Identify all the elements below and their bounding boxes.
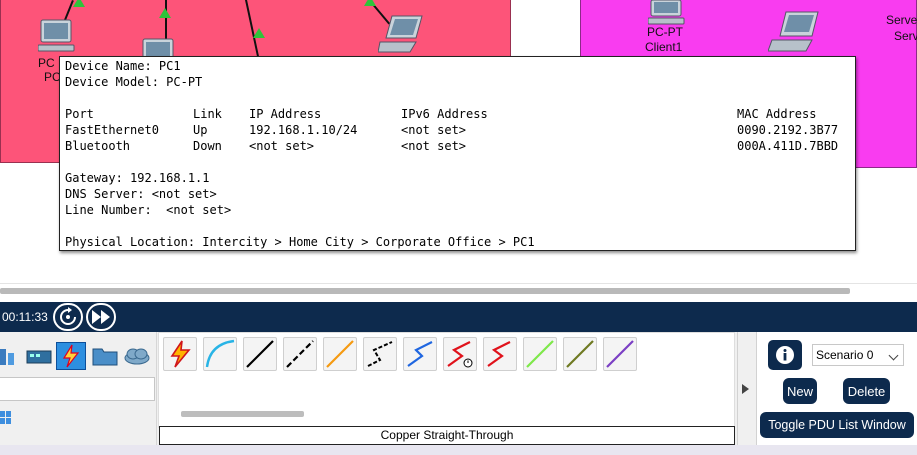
fiber-cable-button[interactable] xyxy=(323,337,357,371)
selected-cable-name: Copper Straight-Through xyxy=(159,426,735,445)
copper-straight-through-icon xyxy=(246,340,274,368)
copper-straight-through-button[interactable] xyxy=(243,337,277,371)
link-up-indicator xyxy=(364,0,376,6)
link-header: Link xyxy=(193,107,222,121)
scenario-select[interactable]: Scenario 0 xyxy=(812,344,904,366)
cloud-icon xyxy=(124,348,150,365)
ip-cell: 192.168.1.10/24 xyxy=(249,123,358,137)
link-wire xyxy=(165,0,167,40)
usb-cable-icon xyxy=(606,340,634,368)
serial-dce-icon xyxy=(447,341,473,368)
physical-location-line: Physical Location: Intercity > Home City… xyxy=(65,235,535,249)
link-up-indicator xyxy=(159,8,171,18)
mac-cell: 000A.411D.7BBD xyxy=(737,139,839,153)
mac-cell: 0090.2192.3B77 xyxy=(737,123,839,137)
panel-splitter[interactable] xyxy=(737,332,757,455)
toggle-pdu-list-button[interactable]: Toggle PDU List Window xyxy=(760,412,914,438)
end-devices-icon xyxy=(26,350,52,364)
laptop-device-icon[interactable] xyxy=(377,14,428,59)
ipv6-cell: <not set> xyxy=(401,139,467,153)
serial-dce-button[interactable] xyxy=(443,337,477,371)
phone-cable-icon xyxy=(367,341,393,367)
dns-line: DNS Server: <not set> xyxy=(65,187,217,201)
link-up-indicator xyxy=(73,0,85,7)
copper-cross-over-icon xyxy=(286,340,314,368)
workspace-scroll-thumb[interactable] xyxy=(0,288,850,294)
cable-panel-scroll-thumb[interactable] xyxy=(181,411,304,417)
port-header: Port xyxy=(65,107,94,121)
gateway-line: Gateway: 192.168.1.1 xyxy=(65,171,210,185)
scenario-info-button[interactable] xyxy=(768,340,802,370)
bottom-toolbox: Copper Straight-Through Scenario 0 New D… xyxy=(0,332,917,455)
device-label: PC-PT xyxy=(647,25,683,39)
phone-cable-button[interactable] xyxy=(363,337,397,371)
ipv6-cell: <not set> xyxy=(401,123,467,137)
end-devices-category[interactable] xyxy=(24,342,54,370)
usb-cable-button[interactable] xyxy=(603,337,637,371)
fast-forward-icon xyxy=(92,310,110,324)
network-devices-icon xyxy=(0,349,14,365)
info-icon xyxy=(776,346,794,364)
multiuser-category[interactable] xyxy=(122,342,152,370)
realtime-bar: 00:11:33 xyxy=(0,302,917,332)
port-cell: FastEthernet0 xyxy=(65,123,159,137)
window-bottom-edge xyxy=(0,445,917,455)
lightning-icon xyxy=(62,344,80,368)
device-info-tooltip: Device Name: PC1 Device Model: PC-PT Por… xyxy=(59,56,856,251)
coaxial-icon xyxy=(407,341,433,367)
device-label: Serve xyxy=(886,13,917,27)
device-name-line: Device Name: PC1 xyxy=(65,59,181,73)
miscellaneous-category[interactable] xyxy=(90,342,120,370)
port-cell: Bluetooth xyxy=(65,139,131,153)
chevron-down-icon xyxy=(888,350,899,361)
iot-custom-cable-button[interactable] xyxy=(563,337,597,371)
link-up-indicator xyxy=(253,28,265,38)
pc-device-icon[interactable] xyxy=(37,18,76,59)
mac-header: MAC Address xyxy=(737,107,817,121)
connection-types-panel xyxy=(158,332,735,428)
simulation-time: 00:11:33 xyxy=(2,310,48,324)
copper-cross-over-button[interactable] xyxy=(283,337,317,371)
laptop-device-icon[interactable] xyxy=(767,10,824,57)
folder-icon xyxy=(92,348,118,366)
power-cycle-icon xyxy=(60,307,76,325)
delete-scenario-button[interactable]: Delete xyxy=(843,378,890,404)
line-number-line: Line Number: <not set> xyxy=(65,203,232,217)
automatic-connection-button[interactable] xyxy=(163,337,197,371)
console-cable-button[interactable] xyxy=(203,337,237,371)
network-devices-category[interactable] xyxy=(0,342,24,370)
coaxial-cable-button[interactable] xyxy=(403,337,437,371)
ip-header: IP Address xyxy=(249,107,322,121)
device-label: PC xyxy=(38,56,55,70)
connections-category[interactable] xyxy=(56,342,86,370)
automatic-connection-icon xyxy=(170,340,191,368)
link-cell: Up xyxy=(193,123,208,137)
scenario-value: Scenario 0 xyxy=(816,348,874,362)
ip-cell: <not set> xyxy=(249,139,315,153)
fast-forward-button[interactable] xyxy=(86,303,116,331)
ipv6-header: IPv6 Address xyxy=(401,107,488,121)
octal-cable-icon xyxy=(526,340,554,368)
new-scenario-button[interactable]: New xyxy=(783,378,817,404)
device-label: Client1 xyxy=(645,40,683,54)
serial-dte-icon xyxy=(487,341,511,367)
grid-view-icon[interactable] xyxy=(0,411,12,425)
power-cycle-button[interactable] xyxy=(53,303,83,331)
pdu-scenario-panel: Scenario 0 New Delete Toggle PDU List Wi… xyxy=(757,332,917,455)
device-search-field[interactable] xyxy=(0,377,155,401)
console-cable-icon xyxy=(205,339,235,368)
fiber-icon xyxy=(326,340,354,368)
octal-cable-button[interactable] xyxy=(523,337,557,371)
device-category-panel xyxy=(0,332,157,455)
iot-custom-cable-icon xyxy=(566,340,594,368)
link-cell: Down xyxy=(193,139,222,153)
device-model-line: Device Model: PC-PT xyxy=(65,75,203,89)
device-label: Serv xyxy=(894,29,917,43)
serial-dte-button[interactable] xyxy=(483,337,517,371)
expand-arrow-icon[interactable] xyxy=(742,384,749,394)
